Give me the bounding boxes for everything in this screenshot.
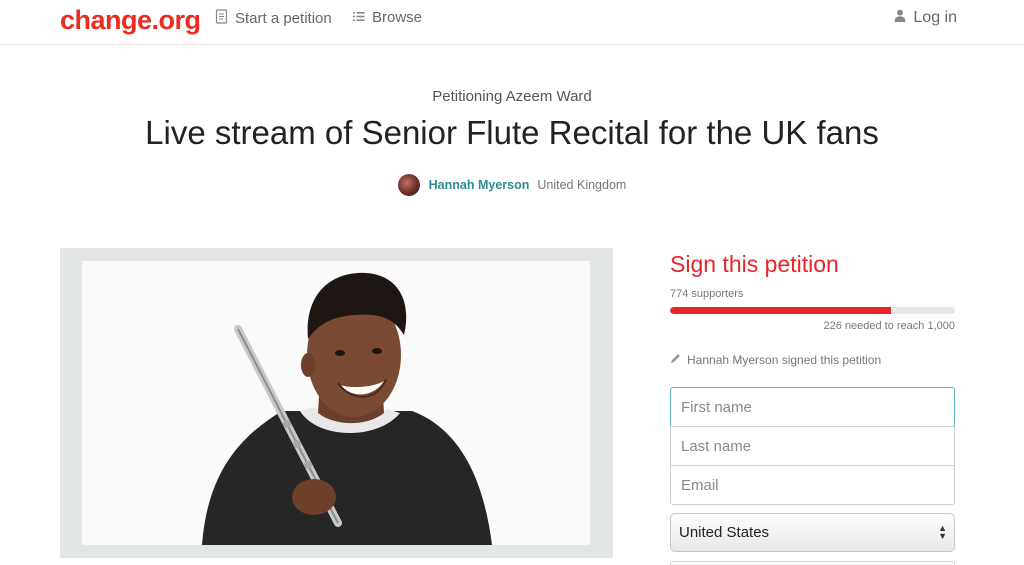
login-label: Log in xyxy=(913,9,957,26)
user-icon xyxy=(894,9,906,27)
browse-label: Browse xyxy=(372,9,423,26)
pencil-icon xyxy=(670,353,681,367)
email-input[interactable] xyxy=(670,465,955,505)
top-navigation-bar: change.org Start a petition Browse Log i… xyxy=(0,0,1024,45)
author-avatar[interactable] xyxy=(397,174,420,196)
start-petition-link[interactable]: Start a petition xyxy=(215,9,332,28)
author-location: United Kingdom xyxy=(537,178,627,192)
change-org-logo[interactable]: change.org xyxy=(60,5,201,36)
signature-progress-bar xyxy=(670,307,955,314)
author-name-link[interactable]: Hannah Myerson xyxy=(429,178,530,192)
supporter-count: 774 supporters xyxy=(670,288,744,300)
country-select-value: United States xyxy=(679,524,770,541)
recent-signer: Hannah Myerson signed this petition xyxy=(670,353,881,367)
petition-author: Hannah Myerson United Kingdom xyxy=(0,174,1024,196)
recent-signer-text: Hannah Myerson signed this petition xyxy=(687,353,882,367)
last-name-input[interactable] xyxy=(670,426,955,466)
login-link[interactable]: Log in xyxy=(894,9,957,27)
document-icon xyxy=(215,9,228,28)
first-name-input[interactable] xyxy=(670,387,955,427)
petition-photo xyxy=(82,261,590,545)
signatures-needed: 226 needed to reach 1,000 xyxy=(823,320,955,332)
next-form-field[interactable] xyxy=(670,561,955,565)
list-icon xyxy=(353,9,365,26)
country-select[interactable]: United States ▲ ▼ xyxy=(670,513,955,552)
petition-title: Live stream of Senior Flute Recital for … xyxy=(145,114,879,151)
petition-media xyxy=(60,248,613,558)
petition-target: Petitioning Azeem Ward xyxy=(432,88,592,105)
start-petition-label: Start a petition xyxy=(235,10,332,27)
browse-link[interactable]: Browse xyxy=(353,9,422,26)
select-arrows-icon: ▲ ▼ xyxy=(938,523,947,541)
sign-petition-heading: Sign this petition xyxy=(670,251,839,277)
signature-progress-fill xyxy=(670,307,891,314)
